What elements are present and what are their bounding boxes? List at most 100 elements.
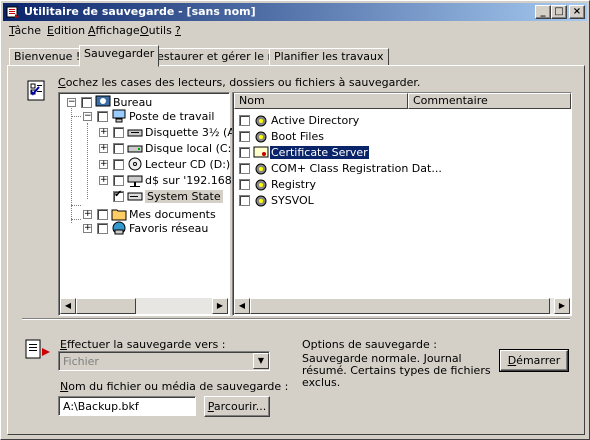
list-item-registry[interactable]: Registry <box>271 178 316 191</box>
gear-icon <box>255 131 267 143</box>
tree-label-disque[interactable]: Disque local (C:) <box>145 142 236 155</box>
folder-tree[interactable]: − Bureau − Poste de travail + Disquette … <box>58 92 243 316</box>
minimize-button[interactable]: _ <box>535 5 551 19</box>
tree-expander-network-drive[interactable]: + <box>99 176 108 185</box>
tree-checkbox-favoris[interactable] <box>97 223 108 234</box>
chevron-down-icon[interactable]: ▼ <box>253 353 269 369</box>
tree-checkbox-network-drive[interactable] <box>113 175 124 186</box>
destination-value: Fichier <box>63 355 99 368</box>
tree-label-network-drive[interactable]: d$ sur '192.168.1 <box>145 174 242 187</box>
tree-expander-favoris[interactable]: + <box>83 224 92 233</box>
destination-label-mnemonic: E <box>60 338 67 351</box>
backup-utility-window: Utilitaire de sauvegarde - [sans nom] _ … <box>0 0 590 440</box>
tree-line <box>71 205 81 206</box>
hard-disk-icon <box>127 145 143 153</box>
start-mnemonic: D <box>507 354 517 367</box>
instruction-rest: ochez les cases des lecteurs, dossiers o… <box>65 76 421 89</box>
scroll-thumb[interactable] <box>76 298 136 314</box>
item-list[interactable]: Nom Commentaire Active Directory Boot Fi… <box>232 92 572 316</box>
scroll-right-icon[interactable]: ▶ <box>212 298 228 314</box>
tree-expander-bureau[interactable]: − <box>67 98 76 107</box>
tree-checkbox-system-state[interactable] <box>113 189 124 202</box>
destination-label-rest: ffectuer la sauvegarde vers : <box>66 338 226 351</box>
menu-edition-label: dition <box>53 24 86 37</box>
scroll-right-icon[interactable]: ▶ <box>554 298 570 314</box>
tree-expander-mes-documents[interactable]: + <box>83 210 92 219</box>
tree-expander-poste[interactable]: − <box>83 112 92 121</box>
instruction-mnemonic: C <box>58 76 66 89</box>
list-item-com-plus[interactable]: COM+ Class Registration Dat... <box>271 162 442 175</box>
tree-checkbox-disquette[interactable] <box>113 127 124 138</box>
network-drive-icon <box>127 175 143 187</box>
tree-label-mes-documents[interactable]: Mes documents <box>129 208 216 221</box>
tree-line <box>71 116 81 117</box>
list-checkbox-boot-files[interactable] <box>239 131 250 142</box>
tree-checkbox-cd[interactable] <box>113 159 124 170</box>
tree-expander-disque[interactable]: + <box>99 144 108 153</box>
tree-expander-disquette[interactable]: + <box>99 128 108 137</box>
menu-tache[interactable]: Tâche <box>9 24 41 37</box>
start-button[interactable]: Démarrer <box>499 349 569 372</box>
tab-sauvegarder[interactable]: Sauvegarder <box>79 45 160 67</box>
menu-outils[interactable]: Outils <box>140 24 172 37</box>
gear-icon <box>255 163 267 175</box>
computer-icon <box>112 109 126 123</box>
tab-strip: Bienvenue ! Sauvegarder Restaurer et gér… <box>7 45 583 67</box>
close-button[interactable]: × <box>569 5 585 19</box>
options-line-3: exclus. <box>302 376 341 389</box>
list-item-boot-files[interactable]: Boot Files <box>271 130 324 143</box>
menu-affichage-mnemonic: A <box>88 24 96 37</box>
backup-file-input[interactable]: A:\Backup.bkf <box>58 396 196 416</box>
backup-app-icon <box>6 6 19 18</box>
tree-checkbox-disque[interactable] <box>113 143 124 154</box>
list-horizontal-scrollbar[interactable]: ◀ ▶ <box>234 298 570 314</box>
tree-checkbox-bureau[interactable] <box>81 97 92 108</box>
list-checkbox-sysvol[interactable] <box>239 195 250 206</box>
menu-help-mnemonic: ? <box>175 24 181 37</box>
tree-checkbox-mes-documents[interactable] <box>97 209 108 220</box>
menu-affichage[interactable]: Affichage <box>88 24 140 37</box>
destination-select[interactable]: Fichier ▼ <box>58 351 270 371</box>
list-checkbox-active-directory[interactable] <box>239 115 250 126</box>
window-title: Utilitaire de sauvegarde - [sans nom] <box>24 5 256 18</box>
tree-label-favoris[interactable]: Favoris réseau <box>129 222 208 235</box>
cd-drive-icon <box>128 157 142 171</box>
list-item-sysvol[interactable]: SYSVOL <box>271 194 314 207</box>
tab-bienvenue[interactable]: Bienvenue ! <box>9 48 86 66</box>
start-label: émarrer <box>516 354 561 367</box>
list-checkbox-registry[interactable] <box>239 179 250 190</box>
tree-expander-cd[interactable]: + <box>99 160 108 169</box>
scroll-left-icon[interactable]: ◀ <box>234 298 250 314</box>
tree-label-disquette[interactable]: Disquette 3½ (A:) <box>145 126 243 139</box>
tree-horizontal-scrollbar[interactable]: ◀ ▶ <box>60 298 228 314</box>
tree-line <box>87 123 88 199</box>
backup-file-value: A:\Backup.bkf <box>63 400 139 413</box>
separator <box>22 318 570 320</box>
menu-affichage-label: ffichage <box>95 24 140 37</box>
scroll-thumb[interactable] <box>250 298 550 314</box>
options-title: Options de sauvegarde : <box>302 338 437 351</box>
tree-label-cd[interactable]: Lecteur CD (D:) <box>145 158 230 171</box>
tree-label-poste[interactable]: Poste de travail <box>129 110 214 123</box>
list-item-certificate-server[interactable]: Certificate Server <box>269 145 370 160</box>
tab-planifier[interactable]: Planifier les travaux <box>269 48 389 66</box>
tree-checkbox-poste[interactable] <box>97 111 108 122</box>
system-state-icon <box>127 192 143 201</box>
menu-edition[interactable]: Edition <box>47 24 85 37</box>
column-header-commentaire[interactable]: Commentaire <box>408 93 571 109</box>
list-checkbox-certificate-server[interactable] <box>239 147 250 158</box>
scroll-left-icon[interactable]: ◀ <box>60 298 76 314</box>
menu-help[interactable]: ? <box>175 24 181 37</box>
network-places-icon <box>112 221 126 235</box>
title-bar[interactable]: Utilitaire de sauvegarde - [sans nom] _ … <box>3 3 587 21</box>
browse-label: arcourir... <box>213 400 267 413</box>
list-item-active-directory[interactable]: Active Directory <box>271 114 359 127</box>
maximize-button[interactable]: □ <box>551 5 567 19</box>
list-checkbox-com-plus[interactable] <box>239 163 250 174</box>
menu-outils-label: utils <box>148 24 172 37</box>
backup-tab-panel: Cochez les cases des lecteurs, dossiers … <box>7 65 585 435</box>
tree-label-system-state[interactable]: System State <box>145 190 223 203</box>
column-header-nom[interactable]: Nom <box>234 93 408 109</box>
browse-button[interactable]: Parcourir... <box>204 396 270 417</box>
backup-destination-icon <box>25 339 50 359</box>
